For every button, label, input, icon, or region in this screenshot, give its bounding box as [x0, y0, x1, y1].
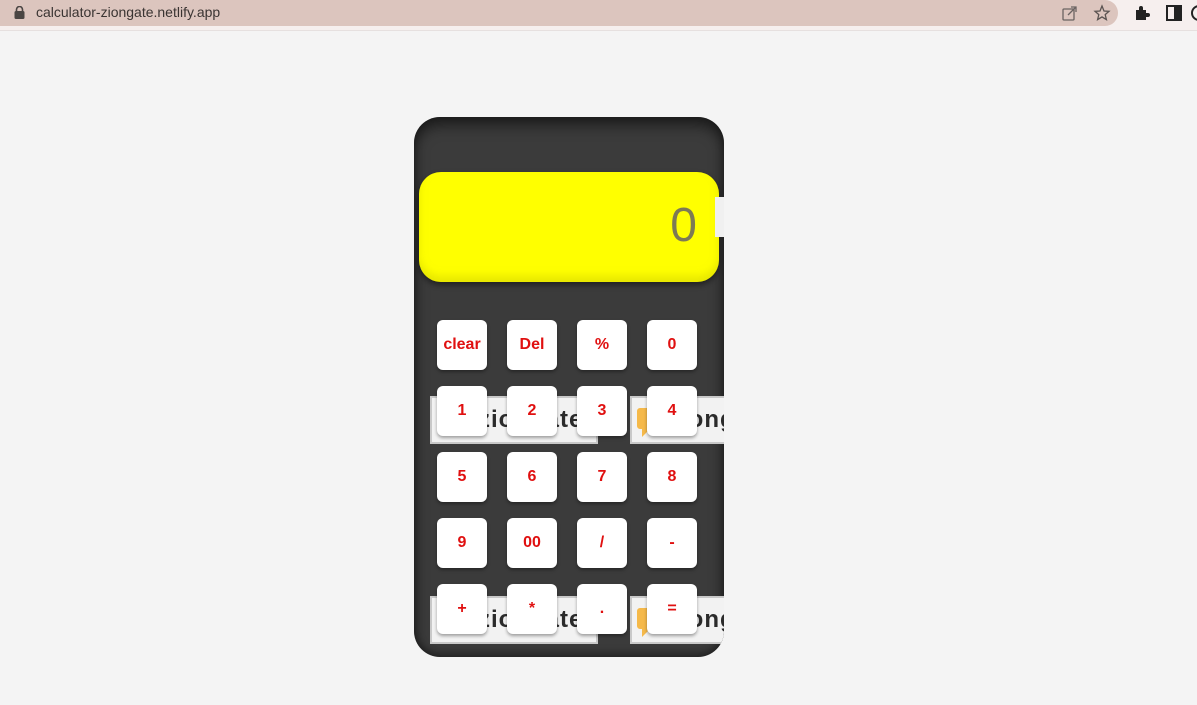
- profile-icon[interactable]: [1190, 4, 1197, 22]
- plus-button[interactable]: +: [437, 584, 487, 634]
- digit-5-button[interactable]: 5: [437, 452, 487, 502]
- delete-button[interactable]: Del: [507, 320, 557, 370]
- decimal-button[interactable]: .: [577, 584, 627, 634]
- url-text: calculator-ziongate.netlify.app: [36, 4, 221, 20]
- digit-2-button[interactable]: 2: [507, 386, 557, 436]
- divide-button[interactable]: /: [577, 518, 627, 568]
- lock-icon: [14, 6, 25, 19]
- display-overflow-edge: [715, 197, 724, 237]
- double-zero-button[interactable]: 00: [507, 518, 557, 568]
- percent-button[interactable]: %: [577, 320, 627, 370]
- minus-button[interactable]: -: [647, 518, 697, 568]
- digit-3-button[interactable]: 3: [577, 386, 627, 436]
- toolbar-divider: [0, 30, 1197, 31]
- digit-9-button[interactable]: 9: [437, 518, 487, 568]
- star-icon[interactable]: [1093, 4, 1111, 22]
- digit-1-button[interactable]: 1: [437, 386, 487, 436]
- browser-toolbar: calculator-ziongate.netlify.app: [0, 0, 1197, 30]
- digit-4-button[interactable]: 4: [647, 386, 697, 436]
- side-panel-icon[interactable]: [1165, 4, 1183, 22]
- equals-button[interactable]: =: [647, 584, 697, 634]
- calculator-display: 0: [419, 172, 719, 282]
- address-bar[interactable]: calculator-ziongate.netlify.app: [0, 0, 1118, 26]
- digit-8-button[interactable]: 8: [647, 452, 697, 502]
- extensions-icon[interactable]: [1133, 4, 1151, 22]
- display-value: 0: [670, 199, 697, 252]
- share-icon[interactable]: [1061, 4, 1079, 22]
- clear-button[interactable]: clear: [437, 320, 487, 370]
- multiply-button[interactable]: *: [507, 584, 557, 634]
- digit-0-button[interactable]: 0: [647, 320, 697, 370]
- digit-6-button[interactable]: 6: [507, 452, 557, 502]
- calculator-body: 0 ziongate ziongate ziongate ziongate cl…: [414, 117, 724, 657]
- digit-7-button[interactable]: 7: [577, 452, 627, 502]
